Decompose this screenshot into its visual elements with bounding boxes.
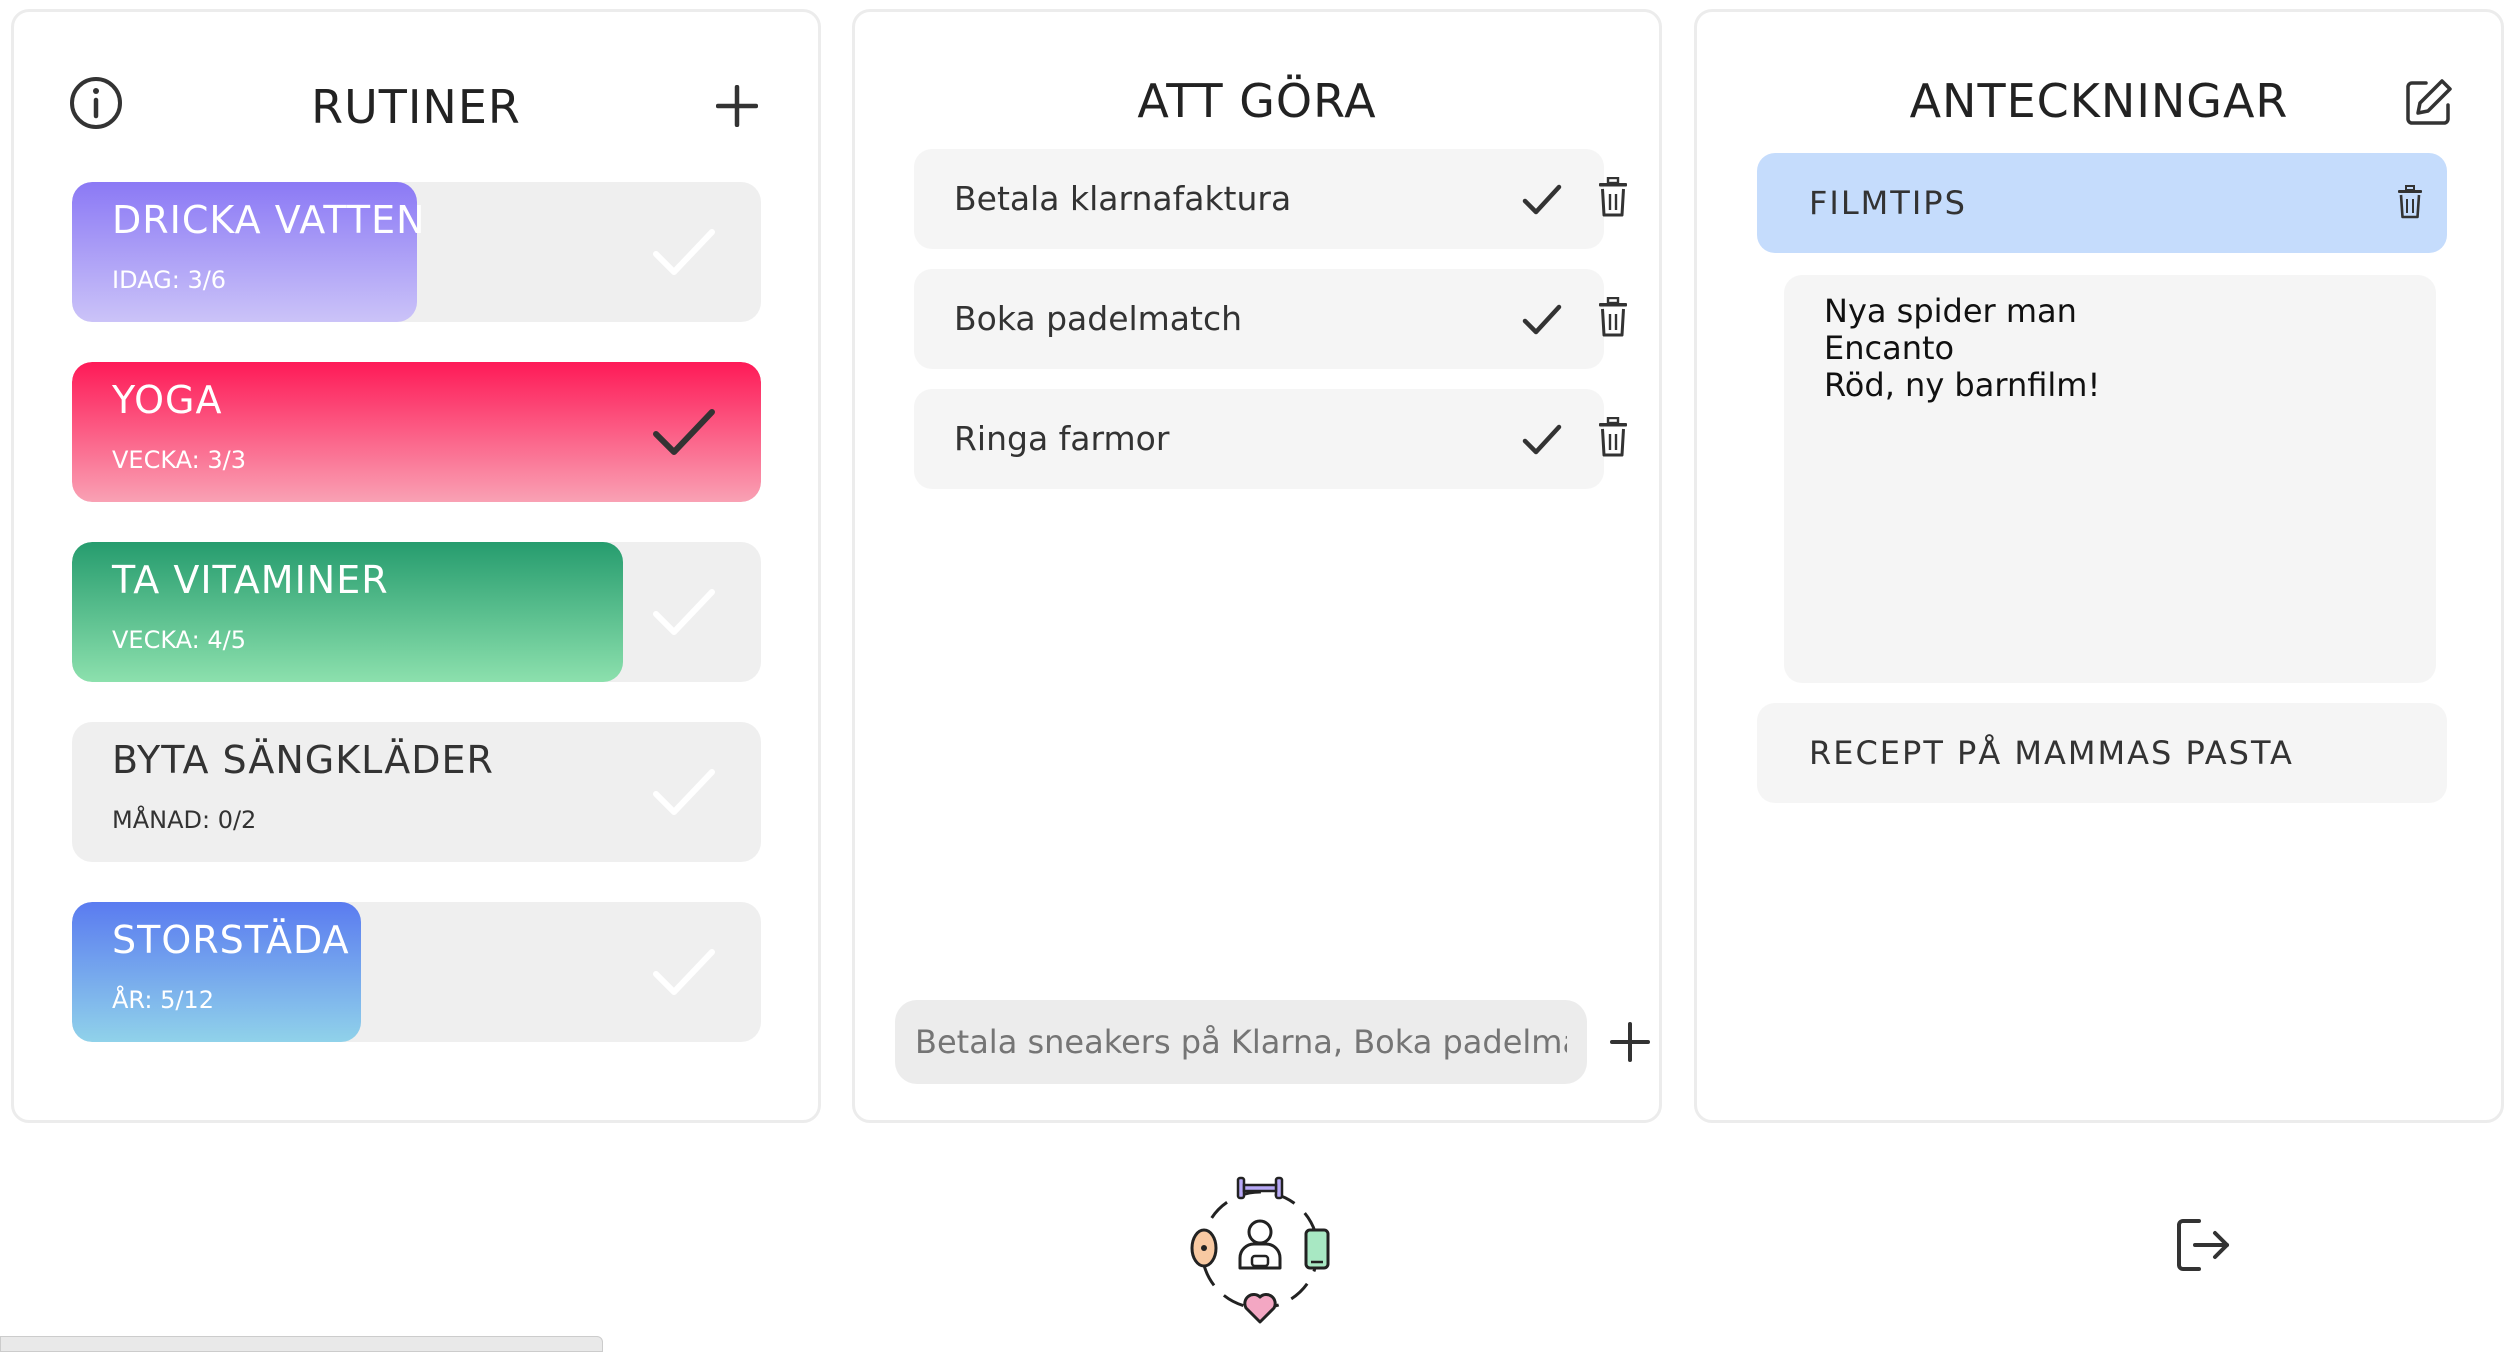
todo-panel: ATT GÖRA Betala klarnafaktura Boka padelm… — [852, 9, 1662, 1123]
delete-todo-icon[interactable] — [1598, 417, 1628, 457]
routine-title: BYTA SÄNGKLÄDER — [112, 738, 494, 782]
routine-count: VECKA: 3/3 — [112, 446, 246, 474]
logout-icon[interactable] — [2175, 1215, 2231, 1275]
routine-title: STORSTÄDA — [112, 918, 350, 962]
routines-title: RUTINER — [311, 80, 521, 134]
check-icon[interactable] — [652, 760, 716, 824]
routine-count: VECKA: 4/5 — [112, 626, 246, 654]
routine-card[interactable]: BYTA SÄNGKLÄDER MÅNAD: 0/2 — [72, 722, 761, 862]
todo-item: Betala klarnafaktura — [914, 149, 1627, 249]
note-line: Encanto — [1824, 329, 1955, 367]
note-line: Röd, ny barnfilm! — [1824, 366, 2101, 404]
routine-count: ÅR: 5/12 — [112, 986, 214, 1014]
edit-icon[interactable] — [2404, 77, 2454, 127]
routine-count: MÅNAD: 0/2 — [112, 806, 257, 834]
routine-title: TA VITAMINER — [112, 558, 389, 602]
note-body[interactable]: Nya spider man Encanto Röd, ny barnfilm! — [1784, 275, 2436, 683]
todo-input[interactable] — [895, 1000, 1587, 1084]
routine-title: DRICKA VATTEN — [112, 198, 426, 242]
routine-card[interactable]: YOGA VECKA: 3/3 — [72, 362, 761, 502]
complete-todo-icon[interactable] — [1522, 179, 1562, 219]
note-recept[interactable]: RECEPT PÅ MAMMAS PASTA — [1757, 703, 2447, 803]
routine-card[interactable]: TA VITAMINER VECKA: 4/5 — [72, 542, 761, 682]
note-line: Nya spider man — [1824, 292, 2077, 330]
todo-item: Ringa farmor — [914, 389, 1627, 489]
todo-label: Ringa farmor — [954, 419, 1170, 458]
complete-todo-icon[interactable] — [1522, 419, 1562, 459]
note-title: RECEPT PÅ MAMMAS PASTA — [1809, 734, 2294, 772]
todo-title: ATT GÖRA — [1137, 74, 1377, 128]
todo-label: Betala klarnafaktura — [954, 179, 1292, 218]
status-bar — [0, 1336, 603, 1352]
delete-todo-icon[interactable] — [1598, 177, 1628, 217]
note-filmtips[interactable]: FILMTIPS — [1757, 153, 2447, 253]
routines-panel: RUTINER DRICKA VATTEN IDAG: 3/6 YOGA VECKA:… — [11, 9, 821, 1123]
delete-todo-icon[interactable] — [1598, 297, 1628, 337]
todo-item: Boka padelmatch — [914, 269, 1627, 369]
complete-todo-icon[interactable] — [1522, 299, 1562, 339]
app-logo — [1190, 1176, 1330, 1324]
notes-title: ANTECKNINGAR — [1909, 74, 2289, 128]
routine-count: IDAG: 3/6 — [112, 266, 227, 294]
notes-panel: ANTECKNINGAR FILMTIPS Nya spider man Enc… — [1694, 9, 2504, 1123]
check-icon[interactable] — [652, 400, 716, 464]
note-title: FILMTIPS — [1809, 184, 1967, 222]
check-icon[interactable] — [652, 580, 716, 644]
routine-card[interactable]: STORSTÄDA ÅR: 5/12 — [72, 902, 761, 1042]
add-routine-icon[interactable] — [716, 85, 758, 127]
check-icon[interactable] — [652, 940, 716, 1004]
todo-label: Boka padelmatch — [954, 299, 1243, 338]
routine-title: YOGA — [112, 378, 223, 422]
routine-card[interactable]: DRICKA VATTEN IDAG: 3/6 — [72, 182, 761, 322]
check-icon[interactable] — [652, 220, 716, 284]
add-todo-icon[interactable] — [1610, 1022, 1650, 1062]
delete-note-icon[interactable] — [2397, 185, 2423, 219]
